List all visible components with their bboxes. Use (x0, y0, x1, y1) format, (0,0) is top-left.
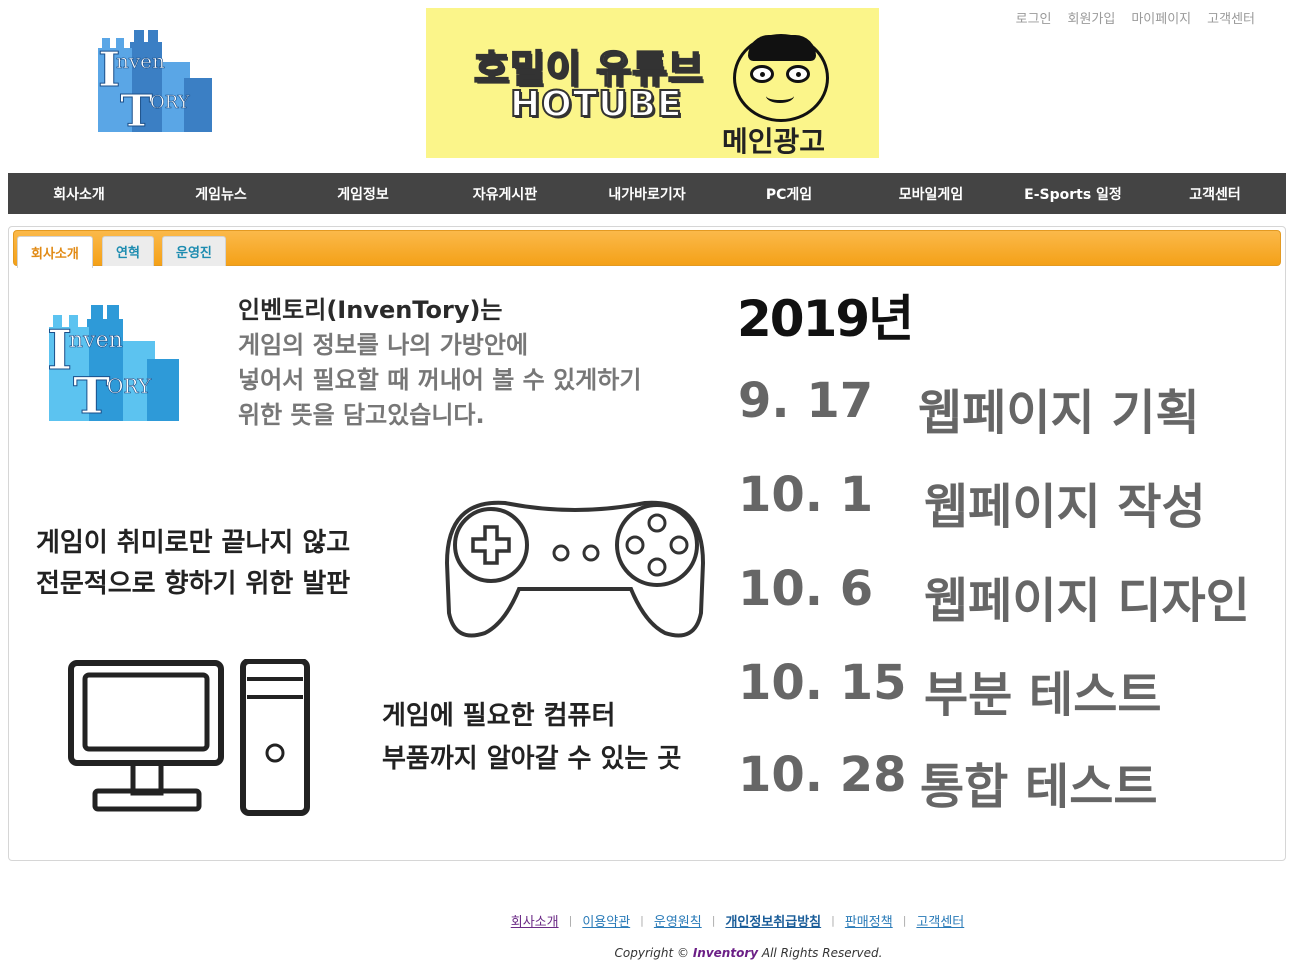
footer-link-support[interactable]: 고객센터 (916, 911, 964, 930)
schedule-event: 웹페이지 기획 (918, 385, 1200, 441)
site-logo[interactable]: I nven T ORY (94, 28, 218, 138)
intro-line: 위한 뜻을 담고있습니다. (238, 401, 485, 429)
inventory-logo-icon: I nven T ORY (47, 305, 179, 423)
desktop-computer-icon (68, 659, 310, 816)
schedule-date: 10. 6 (738, 561, 874, 617)
divider: | (640, 914, 644, 927)
copyright-prefix: Copyright © (614, 946, 689, 960)
nav-item-pc-game[interactable]: PC게임 (718, 173, 860, 214)
schedule-event: 부분 테스트 (924, 667, 1162, 723)
hobby-text: 게임이 취미로만 끝나지 않고 전문적으로 향하기 위한 발판 (36, 523, 350, 605)
schedule-date: 10. 15 (738, 655, 907, 711)
svg-text:nven: nven (69, 328, 123, 353)
content-panel: 회사소개 연혁 운영진 I nven T ORY 인벤토리(InvenTory)… (8, 226, 1286, 861)
tab-bar: 회사소개 연혁 운영진 (13, 230, 1281, 268)
top-links: 로그인 회원가입 마이페이지 고객센터 (1016, 8, 1255, 27)
schedule-event: 웹페이지 작성 (924, 479, 1206, 535)
copyright-suffix: All Rights Reserved. (761, 946, 883, 960)
footer-link-terms[interactable]: 이용약관 (582, 911, 630, 930)
nav-item-game-info[interactable]: 게임정보 (292, 173, 434, 214)
parts-line: 게임에 필요한 컴퓨터 (382, 701, 616, 731)
signup-link[interactable]: 회원가입 (1068, 8, 1116, 27)
gamepad-icon (445, 500, 705, 638)
svg-text:T: T (73, 366, 110, 423)
nav-item-reporter[interactable]: 내가바로기자 (576, 173, 718, 214)
tab-staff[interactable]: 운영진 (162, 236, 226, 266)
copyright: Copyright © Inventory All Rights Reserve… (0, 946, 1305, 960)
intro-line: 인벤토리(InvenTory)는 (238, 296, 503, 324)
schedule-date: 10. 1 (738, 467, 874, 523)
footer-link-policy[interactable]: 운영원칙 (654, 911, 702, 930)
footer-link-company[interactable]: 회사소개 (511, 911, 559, 930)
schedule-year: 2019년 (737, 290, 914, 348)
intro-line: 게임의 정보를 나의 가방안에 (238, 331, 529, 359)
svg-text:nven: nven (116, 49, 165, 73)
tab-history[interactable]: 연혁 (102, 236, 154, 266)
svg-text:ORY: ORY (107, 374, 152, 398)
footer-links: 회사소개 | 이용약관 | 운영원칙 | 개인정보취급방침 | 판매정책 | 고… (0, 911, 1305, 930)
footer-link-sales[interactable]: 판매정책 (845, 911, 893, 930)
divider: | (568, 914, 573, 927)
divider: | (831, 914, 835, 927)
banner-tag: 메인광고 (722, 125, 826, 158)
schedule-date: 9. 17 (738, 373, 874, 429)
nav-item-game-news[interactable]: 게임뉴스 (150, 173, 292, 214)
inventory-logo-icon: I nven T ORY (98, 30, 212, 138)
schedule-date: 10. 28 (738, 747, 907, 803)
footer-link-privacy[interactable]: 개인정보취급방침 (725, 911, 821, 930)
nav-item-company[interactable]: 회사소개 (8, 173, 150, 214)
parts-line: 부품까지 알아갈 수 있는 곳 (382, 744, 682, 774)
tab-company[interactable]: 회사소개 (17, 236, 93, 268)
intro-text: 인벤토리(InvenTory)는 게임의 정보를 나의 가방안에 넣어서 필요할… (238, 293, 641, 433)
company-intro-image: I nven T ORY 인벤토리(InvenTory)는 게임의 정보를 나의… (9, 271, 1285, 859)
divider: | (711, 914, 716, 927)
cartoon-face-icon (733, 34, 829, 122)
nav-item-esports[interactable]: E-Sports 일정 (1002, 173, 1144, 214)
hobby-line: 게임이 취미로만 끝나지 않고 (36, 528, 351, 558)
hobby-line: 전문적으로 향하기 위한 발판 (36, 569, 351, 599)
parts-text: 게임에 필요한 컴퓨터 부품까지 알아갈 수 있는 곳 (382, 695, 681, 781)
banner-subtitle: HOTUBE (509, 83, 683, 126)
main-ad-banner[interactable]: 호밀이 유튜브 HOTUBE 메인광고 (426, 8, 879, 158)
nav-item-support[interactable]: 고객센터 (1144, 173, 1286, 214)
nav-item-mobile-game[interactable]: 모바일게임 (860, 173, 1002, 214)
support-link[interactable]: 고객센터 (1207, 8, 1255, 27)
schedule-event: 웹페이지 디자인 (924, 573, 1250, 629)
nav-item-free-board[interactable]: 자유게시판 (434, 173, 576, 214)
main-nav: 회사소개 게임뉴스 게임정보 자유게시판 내가바로기자 PC게임 모바일게임 E… (8, 173, 1286, 214)
svg-text:ORY: ORY (150, 92, 191, 113)
intro-line: 넣어서 필요할 때 꺼내어 볼 수 있게하기 (238, 366, 642, 394)
mypage-link[interactable]: 마이페이지 (1131, 8, 1191, 27)
schedule-event: 통합 테스트 (920, 759, 1158, 815)
svg-text:T: T (120, 86, 153, 134)
divider: | (902, 914, 907, 927)
login-link[interactable]: 로그인 (1016, 8, 1052, 27)
copyright-brand: Inventory (692, 946, 759, 960)
